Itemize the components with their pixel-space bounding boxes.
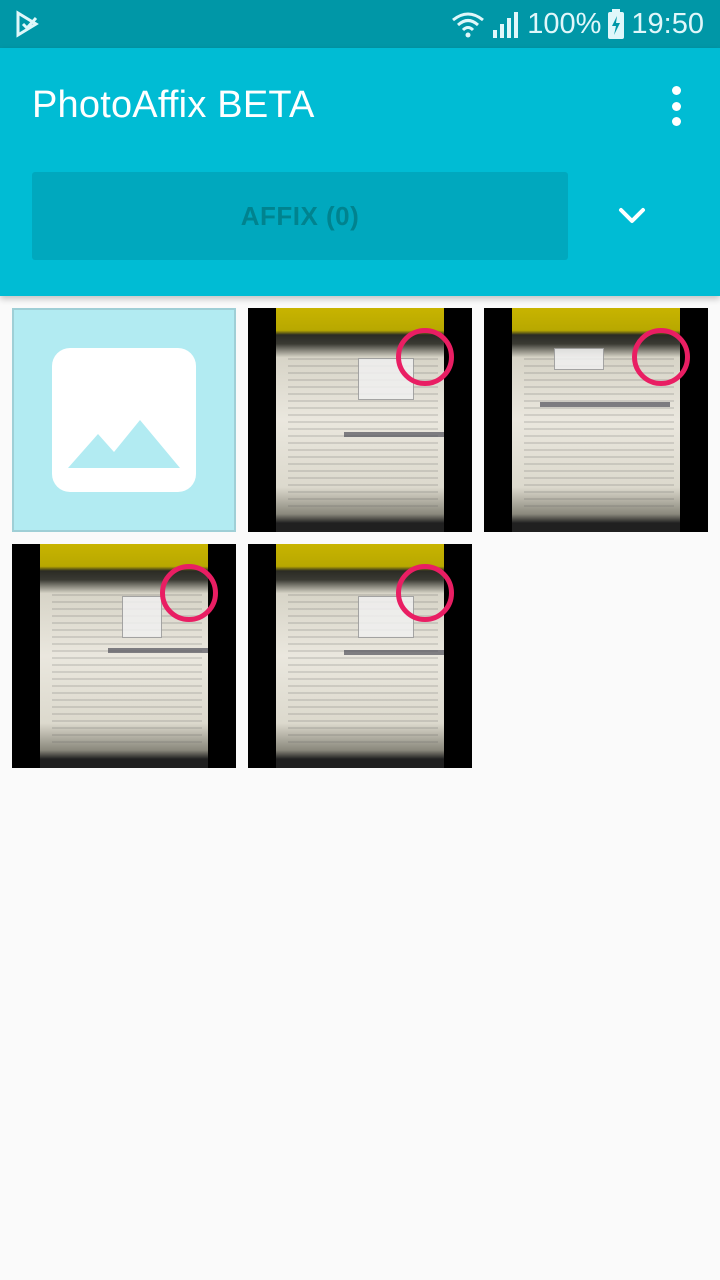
selection-ring[interactable] (632, 328, 690, 386)
clock: 19:50 (631, 7, 704, 40)
app-bar: PhotoAffix BETA AFFIX (0) (0, 48, 720, 296)
selection-ring[interactable] (160, 564, 218, 622)
battery-percent: 100% (527, 7, 602, 40)
grid-item-photo[interactable] (248, 544, 472, 768)
affix-button[interactable]: AFFIX (0) (32, 172, 568, 260)
image-placeholder-icon (52, 348, 196, 492)
signal-icon (493, 12, 519, 38)
app-notification-icon (16, 10, 39, 38)
app-title: PhotoAffix BETA (32, 84, 315, 126)
grid-item-photo[interactable] (248, 308, 472, 532)
selection-ring[interactable] (396, 328, 454, 386)
selection-ring[interactable] (396, 564, 454, 622)
chevron-down-icon (619, 208, 645, 223)
status-bar: 100% 19:50 (0, 0, 720, 48)
overflow-menu-icon[interactable] (660, 86, 692, 126)
grid-item-photo[interactable] (484, 308, 708, 532)
wifi-icon (452, 12, 485, 38)
status-icons: 100% 19:50 (451, 0, 704, 48)
grid-item-photo[interactable] (12, 544, 236, 768)
grid-item-placeholder[interactable] (12, 308, 236, 532)
battery-charging-icon (608, 9, 625, 39)
expand-button[interactable] (596, 188, 668, 244)
